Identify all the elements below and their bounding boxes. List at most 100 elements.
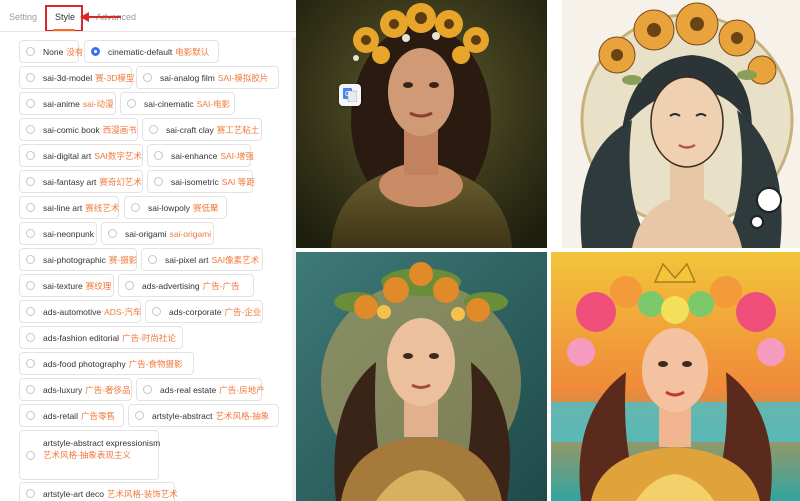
colorful-painting-image [551,252,800,501]
radio-button[interactable] [26,73,35,82]
style-option[interactable]: ads-automotive ADS-汽车 [19,300,141,323]
option-label-zh: 广告-食物摄影 [128,358,183,369]
option-label: sai-craft clay [166,124,214,135]
option-label-zh: SAI像素艺术 [211,254,260,265]
red-arrow-icon [80,12,121,22]
style-option[interactable]: ads-fashion editorial 广告-时尚社论 [19,326,183,349]
style-option[interactable]: sai-anime sai-动漫 [19,92,116,115]
style-option[interactable]: ads-advertising 广告-广告 [118,274,254,297]
translate-glyph-icon: G [343,88,357,102]
radio-button[interactable] [154,151,163,160]
style-option[interactable]: ads-luxury 广告-奢侈品 [19,378,132,401]
radio-button[interactable] [149,125,158,134]
radio-button[interactable] [26,281,35,290]
option-label: sai-isometric [171,176,219,187]
option-label-zh: 没有 [66,46,84,57]
option-label: sai-digital art [43,150,92,161]
style-option[interactable]: sai-cinematic SAI-电影 [120,92,235,115]
style-option[interactable]: sai-photographic 赛-摄影 [19,248,137,271]
radio-button[interactable] [26,411,35,420]
option-label: ads-retail [43,410,78,421]
radio-button[interactable] [152,307,161,316]
generated-image-4[interactable] [551,252,800,501]
radio-button-checked[interactable] [91,47,100,56]
option-label-zh: 艺术风格-抽象表现主义 [43,450,131,460]
option-label: sai-line art [43,202,83,213]
style-option[interactable]: artstyle-abstract expressionism 艺术风格-抽象表现… [19,430,161,480]
radio-button[interactable] [26,151,35,160]
style-option[interactable]: None 没有 [19,40,83,63]
style-option[interactable]: artstyle-art deco 艺术风格-装饰艺术 [19,482,178,501]
tab-setting[interactable]: Setting [9,12,37,22]
style-option[interactable]: sai-neonpunk [19,222,97,245]
option-label-zh: 赛线艺术 [85,202,120,213]
style-option[interactable]: sai-craft clay 赛工艺粘土 [142,118,262,141]
radio-button[interactable] [125,281,134,290]
radio-button[interactable] [154,177,163,186]
style-option[interactable]: sai-pixel art SAI像素艺术 [141,248,263,271]
option-label: None [43,46,64,57]
radio-button[interactable] [135,411,144,420]
radio-button[interactable] [26,229,35,238]
tab-divider [0,31,296,32]
option-label: sai-neonpunk [43,228,95,239]
option-label: ads-fashion editorial [43,332,120,343]
radio-button[interactable] [127,99,136,108]
option-label-zh: 赛低聚 [193,202,219,213]
option-label: sai-3d-model [43,72,93,83]
radio-button[interactable] [143,385,152,394]
style-option-selected[interactable]: cinematic-default 电影默认 [84,40,219,63]
google-translate-icon[interactable]: G [339,84,361,106]
style-option[interactable]: sai-3d-model 赛-3D模型 [19,66,135,89]
radio-button[interactable] [148,255,157,264]
radio-button[interactable] [26,47,35,56]
style-option[interactable]: sai-comic book 西漫画书 [19,118,138,141]
radio-button[interactable] [26,307,35,316]
style-option[interactable]: ads-corporate 广告-企业 [145,300,263,323]
style-option[interactable]: sai-analog film SAI-模拟胶片 [136,66,279,89]
radio-button[interactable] [26,255,35,264]
option-label-zh: 赛-3D模型 [95,72,135,83]
generated-image-2[interactable] [562,0,800,248]
style-option[interactable]: sai-texture 赛纹理 [19,274,114,297]
radio-button[interactable] [26,489,35,498]
style-option[interactable]: sai-fantasy art 赛奇幻艺术 [19,170,143,193]
option-label: sai-anime [43,98,80,109]
radio-button[interactable] [26,125,35,134]
option-label: artstyle-abstract expressionism [43,438,161,448]
style-option[interactable]: sai-isometric SAI 等距 [147,170,255,193]
generated-image-3[interactable] [296,252,547,501]
option-label-zh: 赛-摄影 [108,254,138,265]
radio-button[interactable] [143,73,152,82]
illustration-image [562,0,800,248]
style-panel: Setting Style Advanced None 没有 cinematic-… [0,0,296,501]
radio-button[interactable] [26,99,35,108]
svg-text:G: G [345,91,350,98]
option-label: sai-origami [125,228,167,239]
style-option[interactable]: sai-lowpoly 赛低聚 [124,196,227,219]
style-option[interactable]: sai-digital art SAI数字艺术 [19,144,143,167]
radio-button[interactable] [26,385,35,394]
radio-button[interactable] [26,203,35,212]
style-option[interactable]: sai-enhance SAI-增强 [147,144,254,167]
style-option[interactable]: ads-real estate 广告-房地产 [136,378,265,401]
style-option[interactable]: ads-retail 广告零售 [19,404,124,427]
generated-image-1[interactable] [296,0,547,248]
radio-button[interactable] [26,359,35,368]
option-label-zh: 赛工艺粘土 [216,124,260,135]
option-label-zh: 赛奇幻艺术 [99,176,142,187]
radio-button[interactable] [131,203,140,212]
radio-button[interactable] [26,177,35,186]
option-label: sai-pixel art [165,254,209,265]
radio-button[interactable] [26,333,35,342]
style-option[interactable]: artstyle-abstract 艺术风格-抽象 [128,404,279,427]
option-label-zh: SAI-模拟胶片 [217,72,269,83]
style-option[interactable]: ads-food photography 广告-食物摄影 [19,352,194,375]
style-option[interactable]: sai-origami sai-origami [101,222,214,245]
option-label: artstyle-abstract [152,410,213,421]
style-option[interactable]: sai-line art 赛线艺术 [19,196,119,219]
option-label-zh: 广告-时尚社论 [122,332,176,343]
radio-button[interactable] [108,229,117,238]
option-label-zh: 艺术风格-装饰艺术 [106,488,178,499]
radio-button[interactable] [26,451,35,460]
